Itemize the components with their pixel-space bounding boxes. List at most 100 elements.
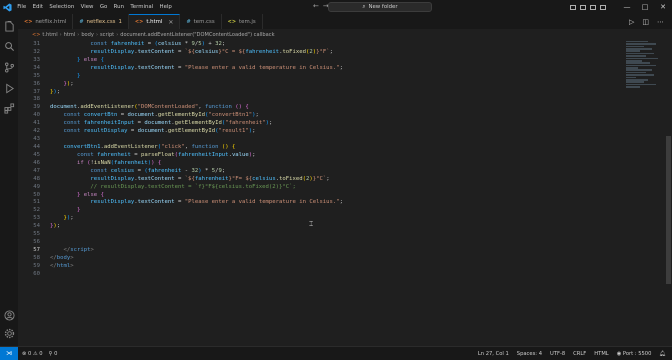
line-number: 38 xyxy=(33,96,40,103)
code-line: const fahrenheit = (celsius * 9/5) + 32; xyxy=(90,41,226,47)
code-line: const resultDisplay = document.getElemen… xyxy=(63,128,256,135)
chevron-right-icon: › xyxy=(77,31,80,38)
command-center-search[interactable]: ⌕ New folder xyxy=(328,2,432,12)
encoding[interactable]: UTF-8 xyxy=(550,351,565,357)
chevron-right-icon: › xyxy=(59,31,62,38)
warning-icon: ⚠ xyxy=(32,350,38,357)
line-number: 55 xyxy=(33,231,40,238)
status-right: Ln 27, Col 1 Spaces: 4 UTF-8 CRLF HTML ◉… xyxy=(478,351,672,357)
tab-t-html[interactable]: <> t.html ✕ xyxy=(128,14,181,29)
code-line: resultDisplay.textContent = "Please ente… xyxy=(90,64,344,71)
html-file-icon: <> xyxy=(134,19,144,25)
minimap[interactable] xyxy=(626,40,662,110)
line-number: 60 xyxy=(33,270,40,277)
settings-gear-icon[interactable] xyxy=(3,327,15,339)
toggle-primary-sidebar-icon[interactable] xyxy=(570,4,576,10)
more-actions-icon[interactable]: ⋯ xyxy=(657,18,664,26)
source-control-icon[interactable] xyxy=(3,61,15,73)
code-line: const fahrenheit = parseFloat(fahrenheit… xyxy=(76,151,256,158)
search-icon: ⌕ xyxy=(362,3,366,10)
line-number: 41 xyxy=(33,120,40,127)
code-line: const celsius = (fahrenheit - 32) * 5/9; xyxy=(90,167,226,174)
line-number: 32 xyxy=(33,48,40,55)
line-number: 31 xyxy=(33,41,40,47)
line-number: 43 xyxy=(33,136,40,143)
breadcrumb-item[interactable]: html xyxy=(64,32,76,38)
menu-edit[interactable]: Edit xyxy=(29,0,46,14)
line-number: 35 xyxy=(33,72,40,79)
toggle-secondary-sidebar-icon[interactable] xyxy=(590,4,596,10)
line-number: 45 xyxy=(33,151,40,158)
editor-tabs: <> netflix.html # netflex.css 1 <> t.htm… xyxy=(18,14,672,29)
run-debug-icon[interactable] xyxy=(3,82,15,94)
remote-indicator-icon[interactable]: ⋊ xyxy=(0,347,18,360)
menu-selection[interactable]: Selection xyxy=(46,0,77,14)
toggle-panel-icon[interactable] xyxy=(580,4,586,10)
menu-terminal[interactable]: Terminal xyxy=(127,0,156,14)
ports-status[interactable]: ⚲ 0 xyxy=(49,351,58,357)
tab-label: tem.js xyxy=(239,18,256,25)
back-arrow-icon[interactable]: ← xyxy=(313,2,319,10)
close-window-button[interactable]: ✕ xyxy=(654,0,672,14)
problem-count-badge: 1 xyxy=(118,18,122,25)
search-icon[interactable] xyxy=(3,40,15,52)
split-editor-icon[interactable]: ◫ xyxy=(642,18,649,26)
code-content[interactable]: const fahrenheit = (celsius * 9/5) + 32;… xyxy=(50,41,343,271)
vertical-scrollbar[interactable] xyxy=(666,136,671,284)
search-text: New folder xyxy=(368,4,398,10)
code-line: }); xyxy=(50,223,61,230)
line-number: 57 xyxy=(33,246,40,253)
breadcrumb-item[interactable]: body xyxy=(81,32,94,38)
line-number: 36 xyxy=(33,80,40,87)
breadcrumb-item[interactable]: script xyxy=(100,32,114,38)
code-line: }); xyxy=(63,80,74,87)
menu-view[interactable]: View xyxy=(77,0,96,14)
layout-controls xyxy=(570,4,606,10)
status-bar: ⋊ ⊗ 0 ⚠ 0 ⚲ 0 Ln 27, Col 1 Spaces: 4 UTF… xyxy=(0,346,672,360)
code-line: if (!isNaN(fahrenheit)) { xyxy=(76,159,162,166)
problems-status[interactable]: ⊗ 0 ⚠ 0 xyxy=(22,351,43,357)
account-icon[interactable] xyxy=(3,309,15,321)
code-line: </body> xyxy=(50,254,74,261)
customize-layout-icon[interactable] xyxy=(600,4,606,10)
code-line: const convertBtn = document.getElementBy… xyxy=(63,112,259,119)
maximize-button[interactable]: □ xyxy=(636,0,654,14)
tab-label: netflix.html xyxy=(35,18,67,25)
end-of-line[interactable]: CRLF xyxy=(573,351,586,357)
menu-file[interactable]: File xyxy=(14,0,29,14)
line-number-gutter: 31 32 33 34 35 36 37 38 39 40 41 42 43 44 45 46 47 48 49 50… xyxy=(18,41,42,279)
code-line: document.addEventListener("DOMContentLoa… xyxy=(50,104,249,111)
tab-netflex-css[interactable]: # netflex.css 1 xyxy=(73,14,129,29)
html-file-icon: <> xyxy=(32,31,41,38)
minimize-button[interactable]: — xyxy=(618,0,636,14)
cursor-position[interactable]: Ln 27, Col 1 xyxy=(478,351,509,357)
close-tab-icon[interactable]: ✕ xyxy=(168,19,173,26)
live-server-port[interactable]: ◉ Port : 5500 xyxy=(617,351,652,357)
line-number: 33 xyxy=(33,56,40,63)
html-file-icon: <> xyxy=(24,18,33,25)
tab-tem-css[interactable]: # tem.css xyxy=(180,14,222,29)
tab-tem-js[interactable]: <> tem.js xyxy=(222,14,263,29)
code-line: } else { xyxy=(76,56,104,63)
code-line: const fahrenheitInput = document.getElem… xyxy=(63,120,273,127)
language-mode[interactable]: HTML xyxy=(594,351,608,357)
code-editor[interactable]: 31 32 33 34 35 36 37 38 39 40 41 42 43 44 45 46 47 48 49 50… xyxy=(18,40,672,346)
line-number: 37 xyxy=(33,88,40,95)
tab-netflix-html[interactable]: <> netflix.html xyxy=(18,14,74,29)
menu-run[interactable]: Run xyxy=(110,0,127,14)
code-line: }); xyxy=(63,215,74,222)
run-icon[interactable]: ▷ xyxy=(629,18,634,26)
extensions-icon[interactable] xyxy=(3,102,15,114)
tab-label: tem.css xyxy=(193,18,215,25)
notifications-bell-icon[interactable]: 🔔︎ xyxy=(659,351,666,357)
breadcrumb-item[interactable]: t.html xyxy=(42,32,57,38)
menu-help[interactable]: Help xyxy=(156,0,175,14)
explorer-icon[interactable] xyxy=(3,20,15,32)
window-controls: — □ ✕ xyxy=(570,0,672,14)
title-bar: File Edit Selection View Go Run Terminal… xyxy=(0,0,672,14)
indentation[interactable]: Spaces: 4 xyxy=(517,351,542,357)
breadcrumb-item[interactable]: document.addEventListener("DOMContentLoa… xyxy=(120,32,274,38)
menu-go[interactable]: Go xyxy=(97,0,111,14)
